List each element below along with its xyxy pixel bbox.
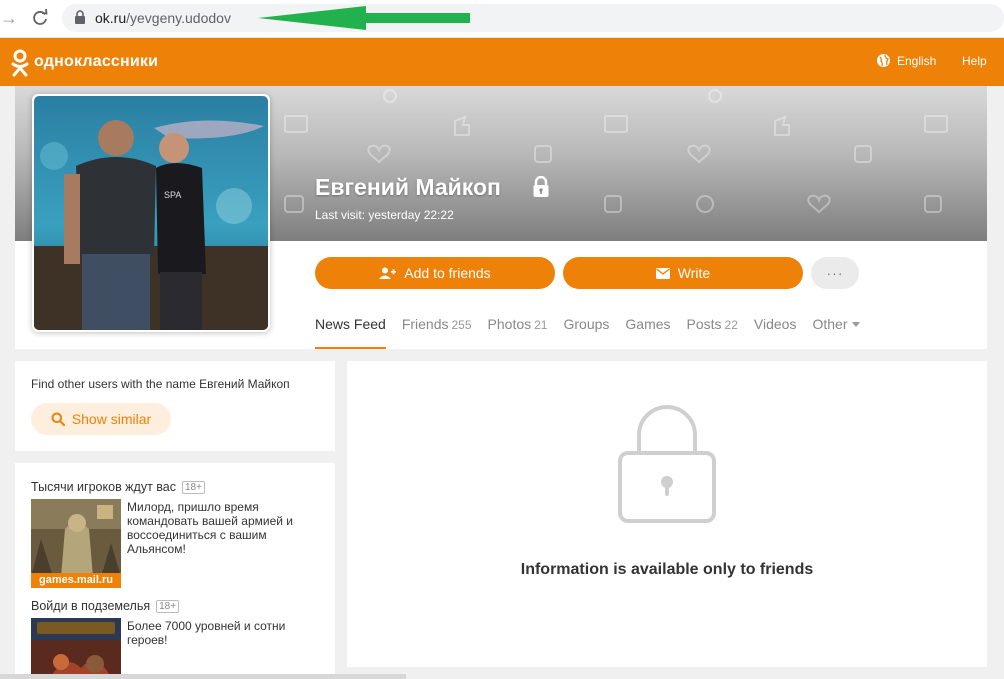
search-icon — [51, 412, 65, 426]
age-badge: 18+ — [181, 480, 205, 494]
lock-icon — [618, 405, 716, 523]
ad-title-text: Тысячи игроков ждут вас — [31, 480, 176, 494]
write-label: Write — [677, 265, 711, 281]
ad-image[interactable] — [31, 499, 121, 577]
write-button[interactable]: Write — [563, 257, 803, 289]
brand-name[interactable]: одноклассники — [34, 53, 158, 71]
help-link[interactable]: Help — [962, 54, 987, 68]
tab-games[interactable]: Games — [625, 316, 670, 349]
more-actions-button[interactable]: ··· — [811, 257, 859, 289]
tab-label: News Feed — [315, 316, 386, 332]
tab-count: 22 — [724, 318, 738, 332]
private-profile-lock-icon — [533, 176, 549, 197]
green-arrow-annotation — [258, 6, 470, 30]
show-similar-button[interactable]: Show similar — [31, 403, 171, 435]
tab-label: Videos — [753, 316, 797, 332]
tab-news-feed[interactable]: News Feed — [315, 316, 386, 349]
reload-icon[interactable] — [30, 8, 50, 28]
ad-title[interactable]: Тысячи игроков ждут вас 18+ — [31, 480, 205, 494]
tab-friends[interactable]: Friends 255 — [402, 316, 472, 349]
globe-icon — [877, 54, 890, 67]
svg-text:SPA: SPA — [164, 190, 181, 200]
tab-videos[interactable]: Videos — [754, 316, 797, 349]
last-visit: Last visit: yesterday 22:22 — [315, 208, 454, 222]
tab-groups[interactable]: Groups — [563, 316, 609, 349]
ad-title-text: Войди в подземелья — [31, 599, 151, 613]
tab-label: Friends — [401, 316, 449, 332]
add-to-friends-button[interactable]: Add to friends — [315, 257, 555, 289]
profile-card: SPA Евгений Майкоп Last visit: yesterday… — [15, 86, 987, 349]
site-header: одноклассники English Help — [0, 38, 1004, 86]
avatar[interactable]: SPA — [34, 96, 268, 330]
tab-count: 21 — [534, 318, 548, 332]
url-domain: ok.ru — [95, 10, 127, 26]
url-path: /yevgeny.udodov — [126, 10, 231, 26]
ad-image[interactable] — [31, 618, 121, 679]
add-user-icon — [379, 267, 397, 279]
ad-title[interactable]: Войди в подземелья 18+ — [31, 599, 180, 613]
url-text[interactable]: ok.ru/yevgeny.udodov — [95, 10, 231, 26]
tab-label: Photos — [487, 316, 532, 332]
tab-other[interactable]: Other — [812, 316, 861, 349]
ad-description[interactable]: Более 7000 уровней и сотни героев! — [127, 619, 322, 647]
show-similar-label: Show similar — [71, 411, 152, 427]
ad-source[interactable]: games.mail.ru — [31, 573, 121, 588]
back-arrow-icon[interactable]: → — [0, 9, 18, 27]
main-content-card: Information is available only to friends — [347, 361, 987, 667]
tab-label: Games — [625, 316, 671, 332]
similar-users-card: Find other users with the name Евгений М… — [15, 361, 335, 451]
envelope-icon — [655, 267, 670, 279]
similar-users-text: Find other users with the name Евгений М… — [31, 377, 290, 391]
profile-name: Евгений Майкоп — [315, 174, 501, 200]
secure-lock-icon[interactable] — [74, 10, 86, 24]
tab-photos[interactable]: Photos 21 — [488, 316, 548, 349]
ad-description[interactable]: Милорд, пришло время командовать вашей а… — [127, 500, 322, 556]
odnoklassniki-logo-icon[interactable] — [10, 49, 30, 77]
age-badge: 18+ — [156, 599, 180, 613]
language-label: English — [897, 53, 937, 68]
add-to-friends-label: Add to friends — [404, 265, 491, 281]
horizontal-scrollbar[interactable] — [0, 674, 406, 679]
tab-label: Posts — [686, 316, 722, 332]
tab-count: 255 — [451, 318, 472, 332]
browser-toolbar: → ok.ru/yevgeny.udodov — [0, 0, 1004, 38]
chevron-down-icon — [852, 322, 861, 327]
tab-posts[interactable]: Posts 22 — [687, 316, 738, 349]
avatar-frame[interactable]: SPA — [32, 94, 270, 332]
profile-tabs: News Feed Friends 255 Photos 21 Groups Gam… — [315, 316, 876, 349]
language-switcher[interactable]: English — [876, 53, 936, 68]
locked-message: Information is available only to friends — [520, 561, 814, 578]
ads-card: Тысячи игроков ждут вас 18+ games.mail.r… — [15, 463, 335, 679]
tab-label: Groups — [563, 316, 610, 332]
tab-label: Other — [812, 316, 848, 332]
